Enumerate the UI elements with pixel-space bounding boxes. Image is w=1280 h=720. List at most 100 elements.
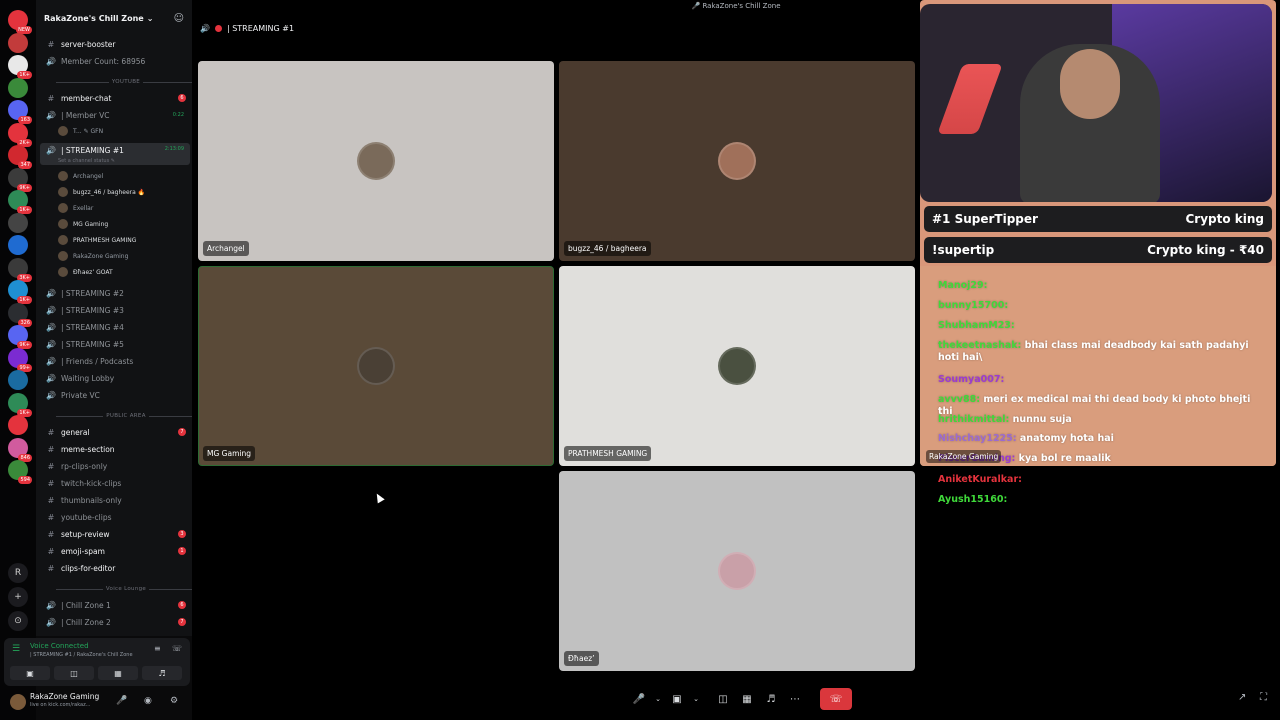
voice-user[interactable]: PRATHMESH GAMING [58,233,136,247]
participant-tile[interactable]: MG Gaming [198,266,554,466]
voice-user-name: PRATHMESH GAMING [73,236,137,244]
channel-label: | STREAMING #5 [61,339,124,349]
headphones-icon[interactable]: ◉ [144,696,152,706]
channel-voice-lounge[interactable]: 🔊 | Chill Zone 1 6 [40,597,190,613]
gear-icon[interactable]: ⚙ [170,696,178,706]
voice-connected-channel[interactable]: | STREAMING #1 / RakaZone's Chill Zone [30,652,133,658]
add-member-icon[interactable]: ☺ [174,13,184,24]
channel-voice-lounge[interactable]: 🔊 | Chill Zone 2 7 [40,614,190,630]
server-icon[interactable]: 3K+ [8,257,32,282]
server-icon[interactable] [8,77,28,98]
noise-suppression-icon[interactable]: ≡ [154,644,161,653]
screen-share-button[interactable]: ◫ [54,666,94,680]
channel-voice[interactable]: 🔊 | Friends / Podcasts [40,353,190,369]
channel-text[interactable]: # rp-clips-only [40,458,190,474]
server-icon[interactable] [8,370,28,390]
channel-member-vc[interactable]: 🔊 | Member VC 0:22 [40,107,190,123]
participant-tile[interactable]: Archangel [198,61,554,261]
category-label: Voice Lounge [105,586,147,592]
server-button[interactable]: + [8,587,28,607]
server-icon[interactable]: 9K+ [8,325,32,349]
server-icon[interactable]: 347 [8,145,32,169]
channel-text[interactable]: # twitch-kick-clips [40,475,190,491]
chat-username: bunny15700: [938,300,1009,311]
channel-text[interactable]: # general 7 [40,424,190,440]
category-public-area[interactable]: PUBLIC AREA [56,413,192,419]
microphone-icon[interactable]: 🎤 [116,696,127,706]
channel-member-chat[interactable]: # member-chat 6 [40,90,190,106]
user-panel[interactable]: RakaZone Gaming live on kick.com/rakaz..… [4,688,190,716]
stream-tile[interactable]: #1 SuperTipper Crypto king !supertip Cry… [920,0,1276,466]
more-options-icon[interactable]: ⋯ [786,690,804,708]
channel-text[interactable]: # thumbnails-only [40,492,190,508]
chevron-down-icon[interactable]: ⌄ [692,690,700,708]
voice-user[interactable]: bugzz_46 / bagheera 🔥 [58,185,145,199]
popout-icon[interactable]: ↗ [1238,692,1246,703]
server-icon[interactable] [8,415,28,435]
server-button[interactable]: R [8,563,28,583]
user-name: RakaZone Gaming [30,692,100,701]
server-icon[interactable] [8,32,28,53]
channel-voice[interactable]: 🔊 | STREAMING #4 [40,319,190,335]
server-icon[interactable]: 594 [8,460,32,484]
server-icon[interactable]: 2K+ [8,122,32,147]
activities-button[interactable]: ▦ [98,666,138,680]
supertipper-bar: #1 SuperTipper Crypto king [924,206,1272,232]
server-icon[interactable]: 846 [8,437,32,462]
server-icon[interactable]: 99+ [8,347,32,372]
channel-text[interactable]: # clips-for-editor [40,560,190,576]
soundboard-button[interactable]: ♬ [142,666,182,680]
screen-share-button[interactable]: ◫ [714,690,732,708]
fullscreen-icon[interactable]: ⛶ [1260,692,1267,703]
server-icon[interactable]: 1K+ [8,190,32,214]
guild-header[interactable]: RakaZone's Chill Zone ⌄ ☺ [36,0,192,36]
camera-button[interactable]: ▣ [668,690,686,708]
server-button[interactable]: ⊙ [8,611,28,631]
server-icon[interactable] [8,212,28,233]
server-icon[interactable]: 163 [8,100,32,124]
voice-user[interactable]: T... ✎ GFN [58,124,103,138]
channel-member-count[interactable]: 🔊 Member Count: 68956 [40,53,190,69]
participant-tile[interactable]: Đħaez’ [559,471,915,671]
channel-text[interactable]: # meme-section [40,441,190,457]
disconnect-button[interactable]: ☏ [820,688,852,710]
avatar [58,267,68,277]
voice-user[interactable]: Archangel [58,169,103,183]
voice-user-name: Archangel [73,172,104,180]
channel-text[interactable]: # setup-review 3 [40,526,190,542]
channel-voice[interactable]: 🔊 Private VC [40,387,190,403]
voice-connected-panel: ☰ Voice Connected | STREAMING #1 / RakaZ… [4,638,190,686]
hash-icon: # [47,39,55,49]
chevron-down-icon[interactable]: ⌄ [654,690,662,708]
category-voice-lounge[interactable]: Voice Lounge [56,586,192,592]
microphone-button[interactable]: 🎤 [630,690,648,708]
channel-label: youtube-clips [61,512,112,522]
voice-user[interactable]: MG Gaming [58,217,108,231]
channel-text[interactable]: # youtube-clips [40,509,190,525]
server-icon[interactable]: 326 [8,302,32,327]
disconnect-icon[interactable]: ☏ [172,644,182,653]
server-icon[interactable] [8,235,28,255]
server-icon[interactable]: 1K+ [8,280,32,304]
soundboard-button[interactable]: ♬ [762,690,780,708]
participant-tile[interactable]: bugzz_46 / bagheera [559,61,915,261]
category-youtube[interactable]: YOUTUBE [56,79,192,85]
voice-user[interactable]: Đħaez’ GOAT [58,265,113,279]
server-icon[interactable]: NEW [8,10,32,34]
participant-tile[interactable]: PRATHMESH GAMING [559,266,915,466]
channel-voice[interactable]: 🔊 | STREAMING #5 [40,336,190,352]
voice-user[interactable]: RakaZone Gaming [58,249,128,263]
voice-user-name: Đħaez’ GOAT [73,268,113,276]
channel-voice[interactable]: 🔊 | STREAMING #3 [40,302,190,318]
server-icon[interactable]: 1K+ [8,55,32,79]
channel-voice[interactable]: 🔊 Waiting Lobby [40,370,190,386]
camera-off-button[interactable]: ▣ [10,666,50,680]
server-icon[interactable]: 9K+ [8,167,32,192]
channel-voice[interactable]: 🔊 | STREAMING #2 [40,285,190,301]
speaker-icon: 🔊 [46,110,56,120]
server-icon[interactable]: 1K+ [8,392,32,417]
voice-user[interactable]: Exellar [58,201,93,215]
activities-button[interactable]: ▦ [738,690,756,708]
channel-text[interactable]: # emoji-spam 1 [40,543,190,559]
channel-server-booster[interactable]: # server-booster [40,36,190,52]
